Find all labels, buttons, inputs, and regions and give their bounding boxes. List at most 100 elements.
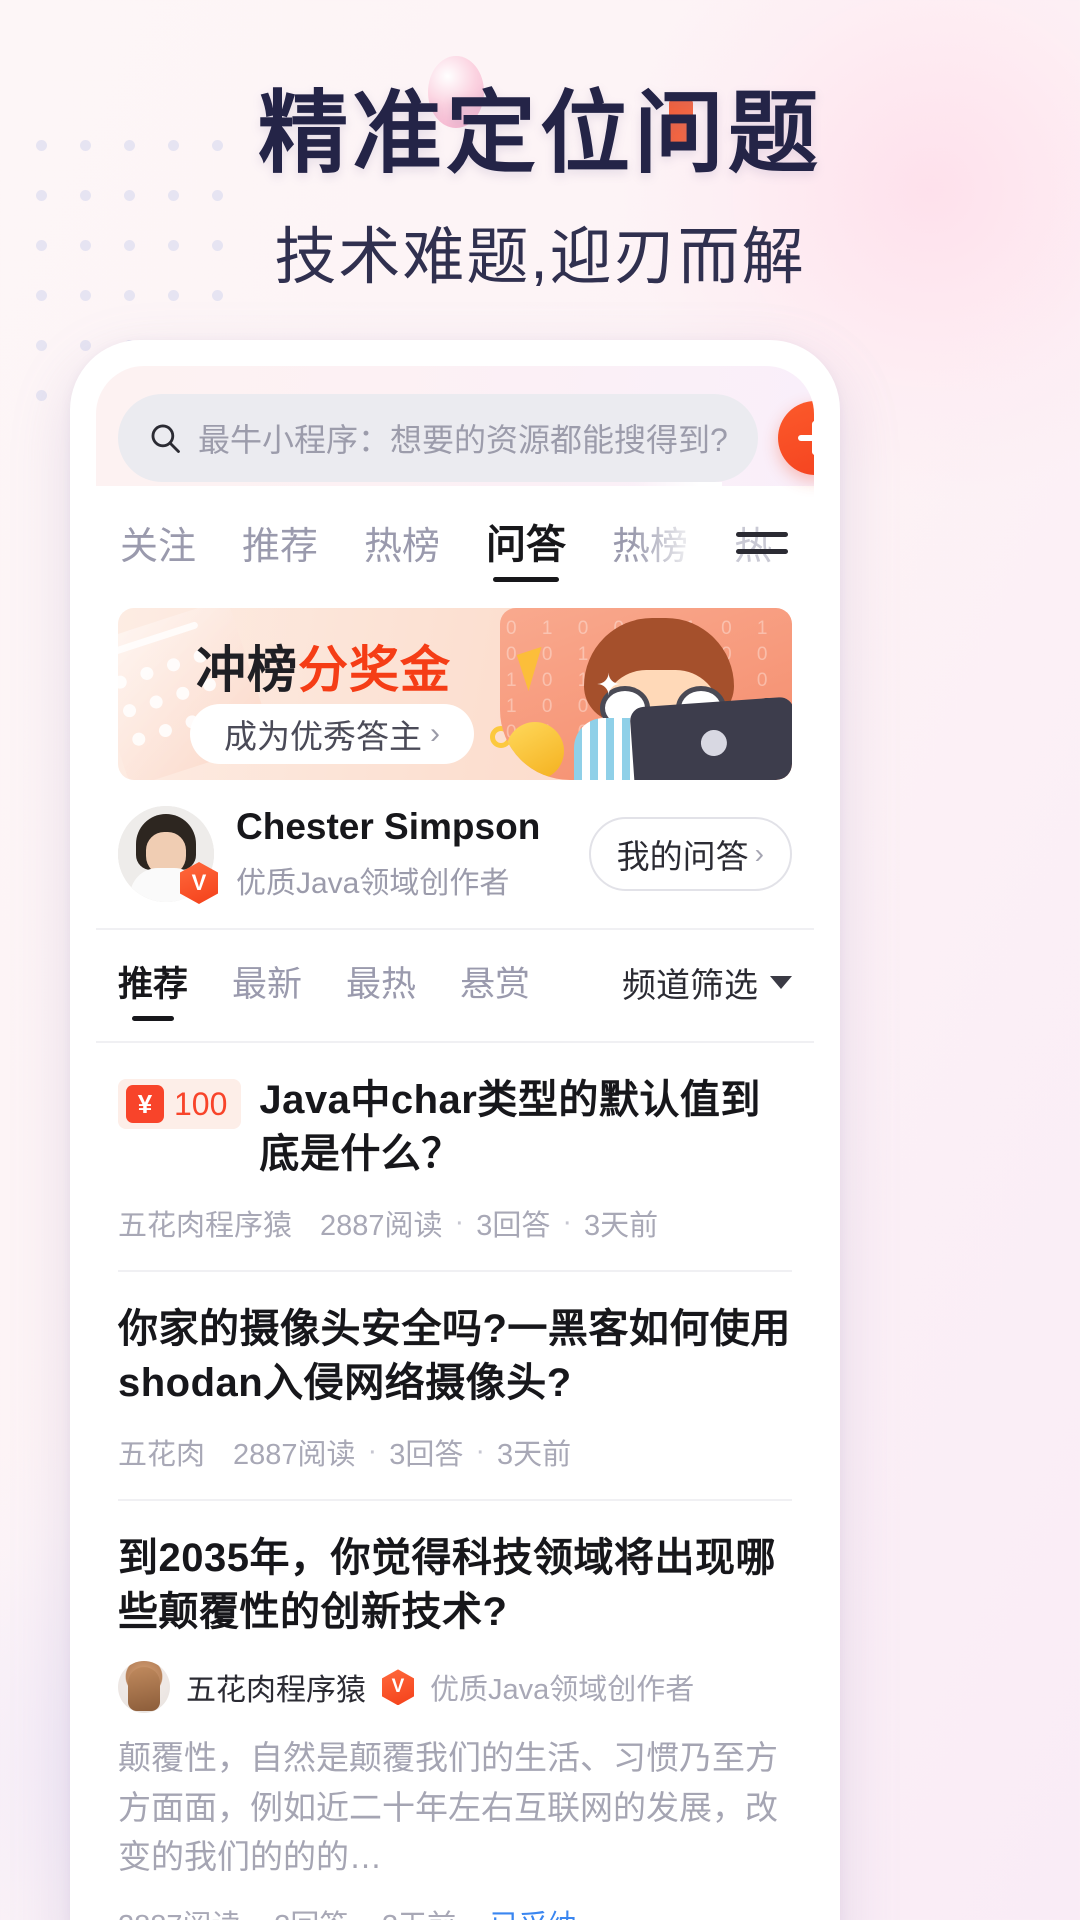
- decor-dot: [36, 390, 47, 401]
- meta-separator: ·: [454, 1206, 465, 1239]
- decor-dot: [124, 190, 135, 201]
- decor-dot: [212, 190, 223, 201]
- hamburger-bar: [736, 532, 788, 537]
- filter-row: 推荐 最新 最热 悬赏 频道筛选: [96, 930, 814, 1043]
- meta-reads: 2887阅读: [320, 1209, 443, 1242]
- filter-tab-0[interactable]: 推荐: [118, 956, 188, 1021]
- hamburger-bar: [736, 549, 788, 554]
- decor-dot: [124, 240, 135, 251]
- banner-title-black: 冲榜: [196, 642, 298, 698]
- decor-dot: [168, 190, 179, 201]
- meta-answers: 3回答: [476, 1209, 551, 1242]
- decor-dot: [118, 673, 129, 691]
- question-item[interactable]: ¥100 Java中char类型的默认值到底是什么？ 五花肉程序猿 2887阅读 · 3回…: [118, 1043, 792, 1272]
- meta-author: 五花肉程序猿: [118, 1209, 293, 1242]
- decor-dot: [212, 240, 223, 251]
- chevron-right-icon: ›: [430, 717, 440, 750]
- profile-meta: Chester Simpson 优质Java领域创作者: [236, 806, 567, 902]
- meta-time: 3天前: [584, 1209, 659, 1242]
- sparkle-icon: ✦: [596, 669, 622, 702]
- hero-headline: 精准定位问题: [0, 60, 1080, 190]
- meta-separator: ·: [468, 1906, 478, 1920]
- tab-0[interactable]: 关注: [120, 515, 196, 586]
- meta-author: 五花肉: [118, 1438, 206, 1471]
- decor-dot: [174, 685, 191, 702]
- meta-answers: 3回答: [389, 1438, 464, 1471]
- yen-icon: ¥: [126, 1085, 164, 1123]
- question-title[interactable]: 到2035年，你觉得科技领域将出现哪些颠覆性的创新技术?: [118, 1531, 792, 1640]
- channel-filter-button[interactable]: 频道筛选: [622, 958, 792, 1019]
- banner-cta-button[interactable]: 成为优秀答主 ›: [190, 704, 474, 764]
- hero-subheadline: 技术难题,迎刃而解: [274, 223, 806, 292]
- question-excerpt: 颠覆性，自然是颠覆我们的生活、习惯乃至方方面面，例如近二十年左右互联网的发展，改…: [118, 1739, 778, 1876]
- meta-separator: ·: [562, 1206, 573, 1239]
- promo-banner[interactable]: 冲榜分奖金 成为优秀答主 › 0 1 0 0 1 1 0 1 0 0 1 0 1…: [118, 608, 792, 780]
- meta-separator: ·: [253, 1906, 263, 1920]
- tab-1[interactable]: 推荐: [242, 515, 318, 586]
- question-item[interactable]: 到2035年，你觉得科技领域将出现哪些颠覆性的创新技术? 五花肉程序猿 V 优质Jav…: [118, 1501, 792, 1920]
- question-title[interactable]: 你家的摄像头安全吗?一黑客如何使用shodan入侵网络摄像头?: [118, 1302, 792, 1411]
- decor-dot: [157, 722, 174, 739]
- question-title-line: ¥100 Java中char类型的默认值到底是什么？: [118, 1073, 792, 1182]
- meta-time: 3天前: [497, 1438, 572, 1471]
- question-meta: 五花肉程序猿 2887阅读 · 3回答 · 3天前: [118, 1202, 792, 1244]
- question-title-line: 你家的摄像头安全吗?一黑客如何使用shodan入侵网络摄像头?: [118, 1302, 792, 1411]
- phone-screen: 最牛小程序：想要的资源都能搜得到? 关注 推荐 热榜 问答 热榜热 冲榜分奖金 成为优秀: [96, 366, 814, 1920]
- illustration-coin: [506, 722, 564, 780]
- avatar[interactable]: V: [118, 806, 218, 904]
- decor-dot: [36, 340, 47, 351]
- tab-2[interactable]: 热榜: [364, 515, 440, 586]
- meta-separator: ·: [360, 1906, 370, 1920]
- filter-tab-2[interactable]: 最热: [346, 956, 416, 1021]
- hamburger-icon[interactable]: [736, 520, 792, 566]
- decor-dot: [36, 290, 47, 301]
- tab-4[interactable]: 热榜: [612, 515, 688, 586]
- hero-headline-accent: 问: [634, 60, 728, 190]
- meta-accepted-badge: 已采纳: [490, 1902, 577, 1920]
- meta-reads: 2887阅读: [118, 1902, 241, 1920]
- bounty-badge: ¥100: [118, 1079, 242, 1129]
- question-meta: 五花肉 2887阅读 · 3回答 · 3天前: [118, 1431, 792, 1473]
- banner-cta-label: 成为优秀答主: [224, 718, 422, 755]
- decor-dot: [138, 665, 156, 682]
- meta-reads: 2887阅读: [233, 1438, 356, 1471]
- decor-dot: [212, 290, 223, 301]
- decor-dot: [80, 190, 91, 201]
- decor-dot: [36, 140, 47, 151]
- filter-tab-1[interactable]: 最新: [232, 956, 302, 1021]
- decor-dot: [80, 240, 91, 251]
- filter-tab-3[interactable]: 悬赏: [460, 956, 530, 1021]
- search-icon: [151, 424, 180, 453]
- meta-separator: ·: [367, 1435, 378, 1468]
- filter-tabs[interactable]: 推荐 最新 最热 悬赏: [118, 956, 622, 1021]
- question-title[interactable]: Java中char类型的默认值到底是什么？: [259, 1073, 792, 1182]
- banner-title: 冲榜分奖金: [196, 630, 451, 702]
- search-input[interactable]: 最牛小程序：想要的资源都能搜得到?: [118, 394, 758, 482]
- banner-title-orange: 分奖金: [298, 642, 451, 698]
- decor-dot: [130, 730, 147, 748]
- meta-separator: ·: [475, 1435, 486, 1468]
- phone-mockup: 最牛小程序：想要的资源都能搜得到? 关注 推荐 热榜 问答 热榜热 冲榜分奖金 成为优秀: [70, 340, 840, 1920]
- add-button[interactable]: [777, 401, 814, 475]
- decor-dot: [124, 140, 135, 151]
- question-title-line: 到2035年，你觉得科技领域将出现哪些颠覆性的创新技术?: [118, 1531, 792, 1640]
- tab-3[interactable]: 问答: [486, 512, 566, 586]
- decor-dot: [80, 140, 91, 151]
- decor-dot: [168, 240, 179, 251]
- bounty-amount: 100: [174, 1085, 228, 1122]
- verified-badge-icon: V: [382, 1669, 414, 1706]
- category-tabs[interactable]: 关注 推荐 热榜 问答 热榜热: [96, 482, 814, 586]
- hero-headline-pre: 精准定位: [258, 84, 634, 184]
- search-placeholder-text: 最牛小程序：想要的资源都能搜得到?: [198, 422, 728, 458]
- user-profile-row[interactable]: V Chester Simpson 优质Java领域创作者 我的问答 ›: [96, 780, 814, 930]
- question-author-row[interactable]: 五花肉程序猿 V 优质Java领域创作者: [118, 1661, 792, 1714]
- author-avatar[interactable]: [118, 1661, 170, 1714]
- question-item[interactable]: 你家的摄像头安全吗?一黑客如何使用shodan入侵网络摄像头? 五花肉 2887阅读…: [118, 1272, 792, 1501]
- illustration-laptop: [629, 696, 792, 780]
- profile-subtitle: 优质Java领域创作者: [236, 867, 510, 900]
- decorative-bubble: [428, 56, 484, 128]
- decor-dot: [147, 693, 165, 711]
- chevron-down-icon: [770, 976, 792, 989]
- my-qa-button[interactable]: 我的问答 ›: [588, 817, 792, 891]
- author-tag: 优质Java领域创作者: [430, 1674, 695, 1707]
